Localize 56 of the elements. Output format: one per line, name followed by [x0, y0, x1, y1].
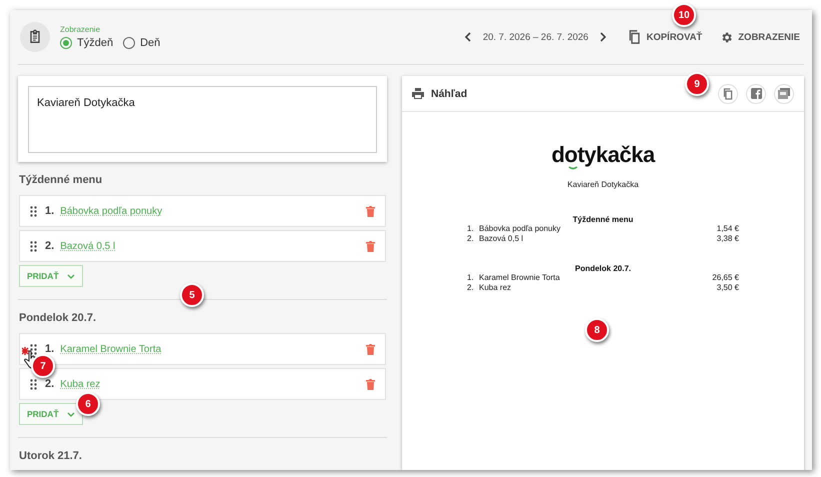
preview-item-number: 1. — [467, 224, 475, 234]
section-title: Utorok 21.7. — [19, 449, 83, 464]
preview-item-name: Bábovka podľa ponuky — [479, 224, 562, 234]
chevron-right-icon — [598, 32, 608, 42]
date-range: 20. 7. 2026 – 26. 7. 2026 — [482, 32, 588, 42]
delete-icon[interactable] — [366, 240, 375, 252]
section-title: Pondelok 20.7. — [19, 311, 98, 326]
callout-badge: 10 — [672, 3, 696, 27]
drag-handle-icon[interactable] — [30, 378, 37, 390]
preview-item-name: Karamel Brownie Torta — [479, 273, 561, 283]
preview-item-name: Bazová 0,5 l — [479, 234, 524, 244]
delete-icon[interactable] — [366, 344, 375, 354]
copy-icon — [628, 30, 642, 44]
menu-item-row[interactable]: 2. Bazová 0,5 l — [19, 230, 386, 262]
preview-item-number: 1. — [467, 273, 475, 283]
caret-icon — [66, 412, 75, 416]
drag-handle-icon[interactable] — [30, 240, 37, 252]
menu-item-row[interactable]: 2. Kuba rez — [19, 368, 386, 400]
preview-item-number: 2. — [467, 234, 475, 244]
preview-item-name: Kuba rez — [479, 283, 512, 293]
item-number: 1. — [45, 343, 54, 355]
drag-handle-icon[interactable] — [30, 206, 37, 216]
brand-logo: dotykačka — [551, 142, 655, 168]
facebook-button[interactable] — [746, 84, 766, 104]
facebook-icon — [750, 88, 762, 99]
preview-item-price: 3,50 € — [716, 283, 739, 293]
print-icon — [412, 88, 424, 99]
clipboard-icon — [20, 22, 50, 52]
preview-title: Náhľad — [431, 88, 468, 100]
preview-item-price: 3,38 € — [716, 234, 739, 244]
image-export-button[interactable] — [774, 84, 794, 104]
copy-icon — [723, 88, 733, 100]
item-number: 2. — [45, 240, 54, 252]
view-radio[interactable]: Deň — [123, 37, 160, 49]
view-label: Zobrazenie — [60, 25, 102, 34]
copy-icon-button[interactable] — [718, 84, 738, 104]
preview-section-title: Týždenné menu — [572, 215, 634, 224]
copy-button[interactable]: KOPÍROVAŤ — [628, 30, 702, 44]
section-title: Týždenné menu — [19, 173, 104, 188]
item-number: 1. — [45, 205, 54, 217]
delete-icon[interactable] — [366, 378, 375, 390]
menu-item-row[interactable]: 1. Bábovka podľa ponuky — [19, 195, 386, 227]
settings-button[interactable]: ZOBRAZENIE — [720, 30, 800, 44]
caret-icon — [66, 274, 75, 278]
gear-icon — [720, 30, 734, 44]
preview-item-price: 1,54 € — [716, 224, 739, 234]
delete-icon[interactable] — [366, 206, 375, 216]
preview-item-price: 26,65 € — [712, 273, 739, 283]
preview-item-number: 2. — [467, 283, 475, 293]
venue-name: Kaviareň Dotykačka — [567, 180, 639, 189]
view-radio[interactable]: Týždeň — [60, 37, 114, 49]
preview-section-title: Pondelok 20.7. — [574, 264, 632, 273]
item-number: 2. — [45, 378, 54, 390]
image-icon — [778, 88, 790, 99]
title-field[interactable]: Kaviareň Dotykačka — [28, 86, 377, 153]
chevron-left-icon — [462, 32, 473, 42]
